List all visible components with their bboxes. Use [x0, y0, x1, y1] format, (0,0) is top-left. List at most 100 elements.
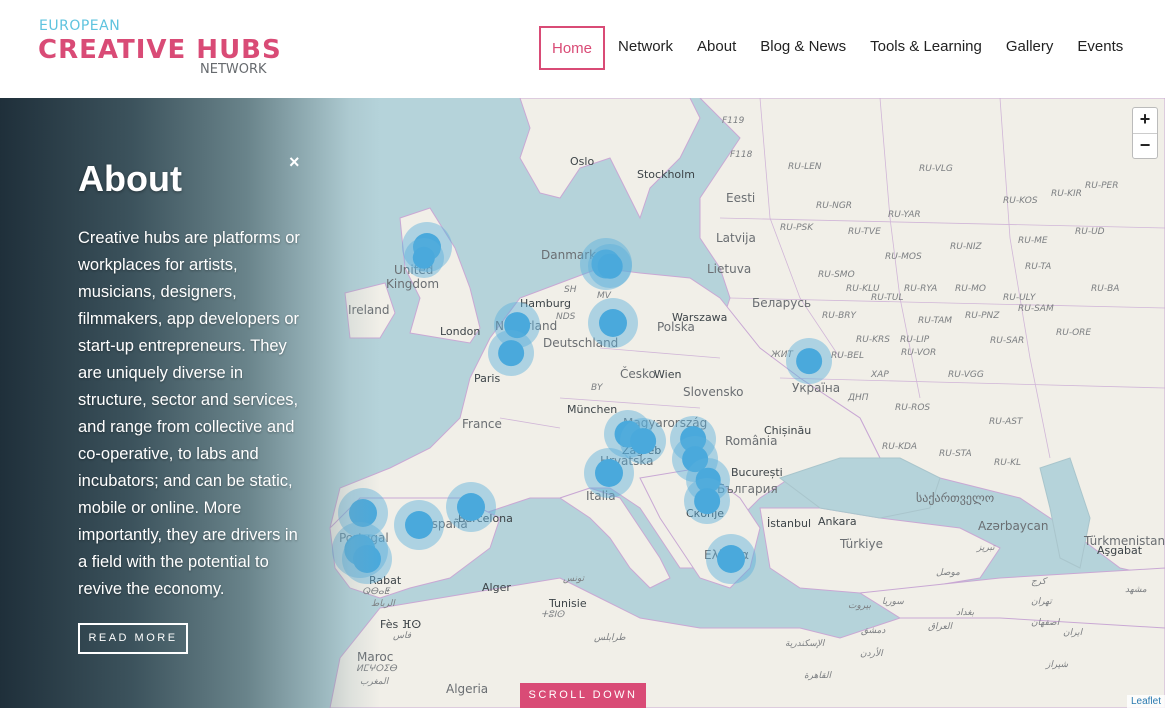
map-label-ru-tam: RU-TAM: [918, 316, 953, 326]
hub-cluster-denmark-2[interactable]: [588, 244, 632, 288]
logo-line-creative-hubs: CREATIVE HUBS: [38, 35, 282, 65]
map-label-belarus: Беларусь: [752, 296, 812, 310]
map-label-ru-pnz: RU-PNZ: [965, 311, 1000, 321]
nav-network[interactable]: Network: [607, 26, 684, 70]
about-panel-title: About: [78, 158, 182, 199]
map-label-ru-len: RU-LEN: [788, 162, 822, 172]
map-label-asgabat: Aşgabat: [1097, 544, 1143, 557]
map-label-ru-sta: RU-STA: [939, 449, 972, 459]
map-label-cairo: القاهرة: [804, 671, 831, 681]
zoom-in-button[interactable]: +: [1133, 108, 1157, 133]
map-label-france: France: [462, 417, 502, 431]
map-label-bucuresti: București: [731, 466, 783, 479]
map-label-ru-smo: RU-SMO: [818, 270, 855, 280]
map-label-ru-per: RU-PER: [1085, 181, 1119, 191]
map-label-ru-me: RU-ME: [1018, 236, 1048, 246]
map-label-nds: NDS: [556, 312, 576, 322]
map-label-wien: Wien: [654, 368, 682, 381]
map-label-fes-arabic: فاس: [393, 631, 412, 641]
read-more-button[interactable]: READ MORE: [78, 623, 188, 654]
hub-cluster-berlin[interactable]: [588, 298, 638, 348]
map-label-ru-bry: RU-BRY: [822, 311, 857, 321]
hub-cluster-kyiv[interactable]: [786, 338, 832, 384]
map-label-kingdom: Kingdom: [386, 277, 440, 291]
map-label-esfahan: اصفهان: [1031, 618, 1060, 628]
map-label-ru-ore: RU-ORE: [1056, 328, 1092, 338]
map-label-eesti: Eesti: [726, 191, 756, 205]
map-label-beirut: بيروت: [848, 601, 872, 611]
map-label-ru-kir: RU-KIR: [1051, 189, 1082, 199]
map-label-ankara: Ankara: [818, 515, 857, 528]
map-label-stockholm: Stockholm: [637, 168, 695, 181]
map-label-ukraina: Україна: [792, 381, 841, 395]
map-label-ru-bel: RU-BEL: [831, 351, 864, 361]
site-logo[interactable]: EUROPEAN CREATIVE HUBS NETWORK: [38, 18, 281, 80]
map-label-ru-sam: RU-SAM: [1018, 304, 1054, 314]
map-label-ru-mo: RU-MO: [955, 284, 986, 294]
map-label-ru-ast: RU-AST: [989, 417, 1023, 427]
map-label-suriya: سوريا: [882, 597, 904, 607]
map-label-tarabulus: طرابلس: [594, 633, 626, 643]
map-label-sh: SH: [564, 285, 577, 295]
logo-line-european: EUROPEAN: [39, 18, 121, 34]
map-label-cesko: Česko: [620, 367, 656, 381]
map-label-algeria: Algeria: [446, 682, 489, 696]
hubs-map[interactable]: Oslo Stockholm Eesti Latvija Lietuva Dan…: [0, 98, 1165, 708]
nav-tools-learning[interactable]: Tools & Learning: [859, 26, 993, 70]
map-label-ru-vlg: RU-VLG: [919, 164, 953, 174]
map-label-mosul: موصل: [936, 568, 960, 578]
map-label-tunisie-tifinagh: ⵜⵓⵏⵙ: [541, 610, 565, 620]
map-label-ru-mos: RU-MOS: [885, 252, 922, 262]
map-label-munchen: München: [567, 403, 618, 416]
map-label-xap: XAP: [871, 370, 889, 380]
map-label-latvija: Latvija: [716, 231, 756, 245]
map-label-warszawa: Warszawa: [672, 311, 728, 324]
nav-gallery[interactable]: Gallery: [995, 26, 1065, 70]
map-label-fes: Fès ⴼⵙ: [380, 618, 422, 631]
zoom-out-button[interactable]: −: [1133, 133, 1157, 158]
hub-cluster-madrid[interactable]: [394, 500, 444, 550]
map-label-ru-sar: RU-SAR: [990, 336, 1025, 346]
map-label-ru-uly: RU-ULY: [1003, 293, 1036, 303]
map-label-baghdad: بغداد: [956, 608, 975, 618]
nav-events[interactable]: Events: [1066, 26, 1134, 70]
hub-cluster-skopje[interactable]: [684, 478, 730, 524]
map-label-alexandria: الإسكندرية: [785, 639, 825, 649]
map-label-dnp: ДНП: [848, 393, 869, 403]
hub-cluster-uk-2[interactable]: [404, 238, 444, 278]
map-label-georgia: საქართველო: [916, 491, 995, 505]
map-label-tunis: تونس: [563, 574, 585, 584]
about-panel-text: Creative hubs are platforms or workplace…: [78, 229, 300, 598]
map-label-ru-ud: RU-UD: [1075, 227, 1105, 237]
map-label-alger: Alger: [482, 581, 511, 594]
map-label-ru-rya: RU-RYA: [904, 284, 938, 294]
map-label-paris: Paris: [474, 372, 501, 385]
map-label-ru-tul: RU-TUL: [871, 293, 904, 303]
hub-cluster-barcelona[interactable]: [446, 482, 496, 532]
map-label-slovensko: Slovensko: [683, 385, 744, 399]
map-label-ru-kda: RU-KDA: [882, 442, 918, 452]
map-label-ru-ros: RU-ROS: [895, 403, 931, 413]
scroll-down-button[interactable]: SCROLL DOWN: [520, 683, 646, 708]
map-label-ru-krs: RU-KRS: [856, 335, 890, 345]
hub-cluster-athens[interactable]: [706, 534, 756, 584]
map-label-istanbul: İstanbul: [767, 517, 812, 530]
map-label-ru-niz: RU-NIZ: [950, 242, 982, 252]
nav-about[interactable]: About: [686, 26, 747, 70]
close-icon[interactable]: ×: [289, 152, 300, 173]
map-label-ru-ngr: RU-NGR: [816, 201, 853, 211]
map-label-ru-tve: RU-TVE: [848, 227, 881, 237]
logo-line-network: NETWORK: [200, 62, 267, 77]
nav-home[interactable]: Home: [539, 26, 606, 70]
map-label-mashhad: مشهد: [1125, 585, 1147, 595]
map-label-f118: F118: [730, 150, 753, 160]
hub-cluster-italy[interactable]: [584, 448, 634, 498]
nav-blog-news[interactable]: Blog & News: [749, 26, 857, 70]
hub-cluster-belgium[interactable]: [488, 330, 534, 376]
map-label-lietuva: Lietuva: [707, 262, 752, 276]
map-attribution-link[interactable]: Leaflet: [1126, 695, 1165, 708]
main-nav: Home Network About Blog & News Tools & L…: [539, 26, 1136, 70]
map-label-azerbaycan: Azərbaycan: [978, 519, 1049, 533]
map-label-romania: România: [725, 434, 778, 448]
map-label-oslo: Oslo: [570, 155, 595, 168]
